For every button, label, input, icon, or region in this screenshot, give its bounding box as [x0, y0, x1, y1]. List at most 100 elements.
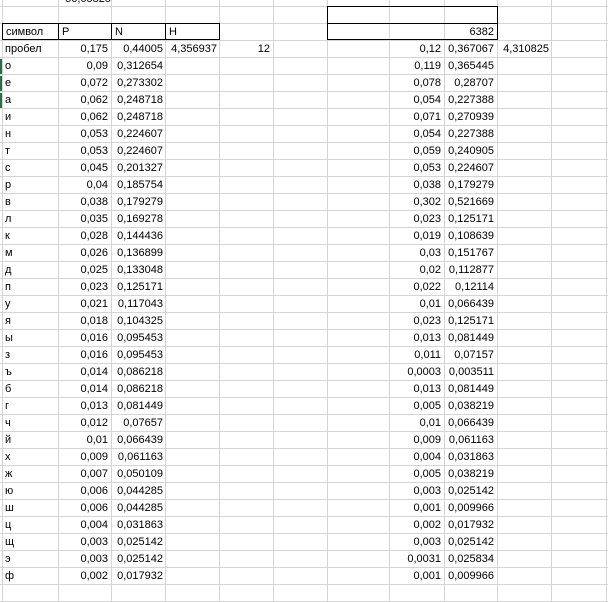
n-cell[interactable]: 0,125171	[111, 279, 163, 296]
n2-cell[interactable]: 0,017932	[444, 517, 494, 534]
p2-cell[interactable]: 0,003	[389, 534, 441, 551]
n-cell[interactable]: 0,050109	[111, 466, 163, 483]
n2-cell[interactable]: 0,009966	[444, 500, 494, 517]
n2-cell[interactable]: 0,108639	[444, 228, 494, 245]
n2-cell[interactable]: 0,28707	[444, 75, 494, 92]
p2-cell[interactable]: 0,005	[389, 398, 441, 415]
p2-cell[interactable]: 0,119	[389, 58, 441, 75]
n2-cell[interactable]: 0,07157	[444, 347, 494, 364]
p2-cell[interactable]: 0,059	[389, 143, 441, 160]
p2-cell[interactable]: 0,0003	[389, 364, 441, 381]
n2-cell[interactable]: 0,151767	[444, 245, 494, 262]
n2-cell[interactable]: 0,038219	[444, 398, 494, 415]
n-cell[interactable]: 0,025142	[111, 534, 163, 551]
p2-cell[interactable]: 0,071	[389, 109, 441, 126]
right-row1-b[interactable]: 0,367067	[444, 41, 494, 58]
p-cell[interactable]: 0,007	[58, 466, 108, 483]
n2-cell[interactable]: 0,066439	[444, 296, 494, 313]
symbol-cell[interactable]: ф	[2, 568, 61, 585]
p2-cell[interactable]: 0,078	[389, 75, 441, 92]
n-cell[interactable]: 0,117043	[111, 296, 163, 313]
symbol-cell[interactable]: ы	[2, 330, 61, 347]
symbol-cell[interactable]: н	[2, 126, 61, 143]
p2-cell[interactable]: 0,011	[389, 347, 441, 364]
symbol-cell[interactable]: с	[2, 160, 61, 177]
n-cell[interactable]: 0,095453	[111, 347, 163, 364]
n2-cell[interactable]: 0,224607	[444, 160, 494, 177]
n-cell[interactable]: 0,224607	[111, 126, 163, 143]
n-cell[interactable]: 0,136899	[111, 245, 163, 262]
symbol-cell[interactable]: з	[2, 347, 61, 364]
n2-cell[interactable]: 0,521669	[444, 194, 494, 211]
symbol-cell[interactable]: д	[2, 262, 61, 279]
p-cell[interactable]: 0,025	[58, 262, 108, 279]
p2-cell[interactable]: 0,009	[389, 432, 441, 449]
p2-cell[interactable]: 0,013	[389, 381, 441, 398]
n-cell[interactable]: 0,185754	[111, 177, 163, 194]
right-row1-c[interactable]: 4,310825	[497, 41, 549, 58]
p-cell[interactable]: 0,09	[58, 58, 108, 75]
symbol-cell[interactable]: э	[2, 551, 61, 568]
header-symbol[interactable]: символ	[2, 23, 59, 40]
p2-cell[interactable]: 0,01	[389, 415, 441, 432]
p2-cell[interactable]: 0,054	[389, 92, 441, 109]
n-cell[interactable]: 0,066439	[111, 432, 163, 449]
p-cell[interactable]: 0,062	[58, 92, 108, 109]
n2-cell[interactable]: 0,179279	[444, 177, 494, 194]
n2-cell[interactable]: 0,081449	[444, 330, 494, 347]
p2-cell[interactable]: 0,002	[389, 517, 441, 534]
p-cell[interactable]: 0,035	[58, 211, 108, 228]
header-p[interactable]: P	[58, 23, 112, 40]
spreadsheet-grid[interactable]: 56,65825 символ P N H 6382 пробел 0,175 …	[0, 0, 608, 602]
p-cell[interactable]: 0,002	[58, 568, 108, 585]
n-cell[interactable]: 0,169278	[111, 211, 163, 228]
n-cell[interactable]: 0,044285	[111, 483, 163, 500]
symbol-cell[interactable]: м	[2, 245, 61, 262]
n2-cell[interactable]: 0,025142	[444, 483, 494, 500]
n-cell[interactable]: 0,061163	[111, 449, 163, 466]
n2-cell[interactable]: 0,270939	[444, 109, 494, 126]
n-cell[interactable]: 0,273302	[111, 75, 163, 92]
symbol-cell[interactable]: к	[2, 228, 61, 245]
symbol-cell[interactable]: г	[2, 398, 61, 415]
n-cell[interactable]: 0,095453	[111, 330, 163, 347]
p-cell[interactable]: 0,023	[58, 279, 108, 296]
p2-cell[interactable]: 0,004	[389, 449, 441, 466]
p2-cell[interactable]: 0,0031	[389, 551, 441, 568]
n-cell[interactable]: 0,017932	[111, 568, 163, 585]
p-cell[interactable]: 0,038	[58, 194, 108, 211]
symbol-cell[interactable]: в	[2, 194, 61, 211]
symbol-cell[interactable]: ч	[2, 415, 61, 432]
p-cell[interactable]: 0,009	[58, 449, 108, 466]
p2-cell[interactable]: 0,02	[389, 262, 441, 279]
n-cell[interactable]: 0,248718	[111, 92, 163, 109]
symbol-cell[interactable]: ъ	[2, 364, 61, 381]
n-cell[interactable]: 0,086218	[111, 364, 163, 381]
symbol-cell[interactable]: б	[2, 381, 61, 398]
symbol-cell[interactable]: ш	[2, 500, 61, 517]
n2-cell[interactable]: 0,025834	[444, 551, 494, 568]
n2-cell[interactable]: 0,003511	[444, 364, 494, 381]
symbol-cell[interactable]: у	[2, 296, 61, 313]
n2-cell[interactable]: 0,112877	[444, 262, 494, 279]
p-cell[interactable]: 0,006	[58, 483, 108, 500]
p-cell[interactable]: 0,053	[58, 126, 108, 143]
symbol-cell[interactable]: ж	[2, 466, 61, 483]
p-cell[interactable]: 0,013	[58, 398, 108, 415]
p-cell[interactable]: 0,014	[58, 381, 108, 398]
n2-cell[interactable]: 0,025142	[444, 534, 494, 551]
symbol-cell[interactable]: х	[2, 449, 61, 466]
n-cell[interactable]: 0,104325	[111, 313, 163, 330]
n2-cell[interactable]: 0,227388	[444, 126, 494, 143]
partial-cell-value[interactable]: 56,65825	[58, 0, 111, 8]
p-cell[interactable]: 0,004	[58, 517, 108, 534]
p-cell[interactable]: 0,012	[58, 415, 108, 432]
p-cell[interactable]: 0,014	[58, 364, 108, 381]
header-h[interactable]: H	[165, 23, 220, 40]
p2-cell[interactable]: 0,038	[389, 177, 441, 194]
symbol-cell[interactable]: а	[2, 92, 61, 109]
n2-cell[interactable]: 0,061163	[444, 432, 494, 449]
header-n[interactable]: N	[111, 23, 166, 40]
n-cell[interactable]: 0,031863	[111, 517, 163, 534]
p2-cell[interactable]: 0,001	[389, 568, 441, 585]
